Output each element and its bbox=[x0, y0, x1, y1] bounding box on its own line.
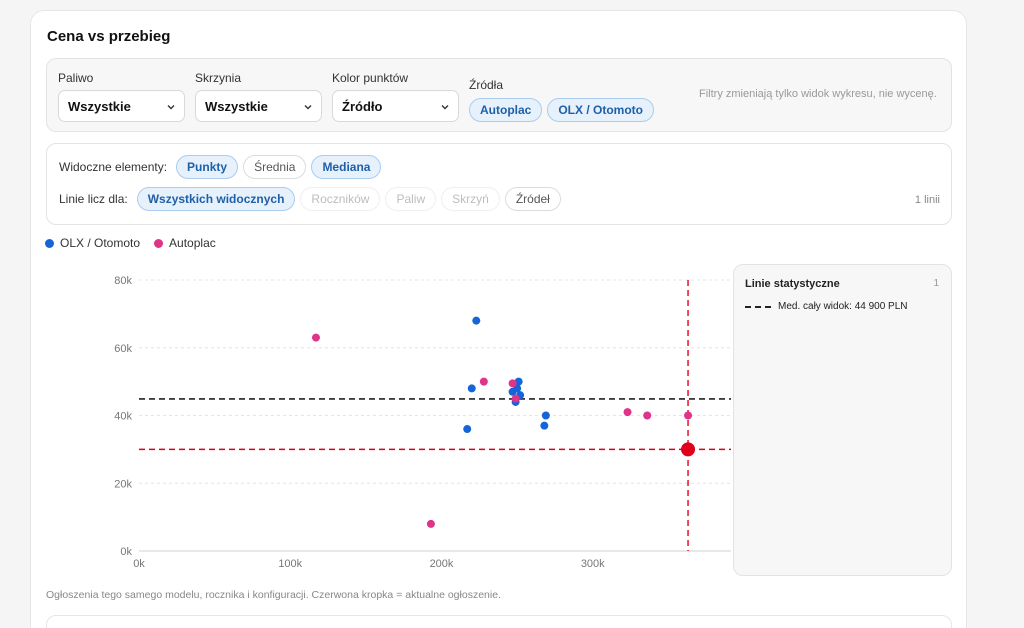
data-point[interactable] bbox=[472, 316, 481, 325]
legend-item-olx[interactable]: OLX / Otomoto bbox=[45, 236, 140, 250]
source-chip-autoplac[interactable]: Autoplac bbox=[469, 98, 543, 122]
listings-table bbox=[46, 615, 952, 628]
data-point[interactable] bbox=[684, 411, 693, 420]
chip-fuels: Paliw bbox=[385, 187, 437, 211]
data-point[interactable] bbox=[467, 384, 476, 393]
color-value: Źródło bbox=[342, 99, 383, 114]
data-point[interactable] bbox=[426, 519, 435, 528]
page-title: Cena vs przebieg bbox=[47, 28, 171, 45]
x-tick-label: 200k bbox=[430, 558, 454, 570]
data-point[interactable] bbox=[623, 408, 632, 417]
chevron-down-icon bbox=[167, 105, 175, 110]
chip-gearboxes: Skrzyń bbox=[441, 187, 500, 211]
legend-dot-autoplac bbox=[154, 238, 164, 248]
data-point[interactable] bbox=[463, 425, 472, 434]
x-tick-label: 100k bbox=[278, 558, 302, 570]
stat-lines-panel: Linie statystyczne 1 Med. cały widok: 44… bbox=[733, 264, 952, 576]
chip-median[interactable]: Mediana bbox=[311, 155, 382, 179]
sources-label: Źródła bbox=[469, 78, 504, 92]
gearbox-select[interactable]: Wszystkie bbox=[195, 90, 322, 122]
data-point[interactable] bbox=[479, 377, 488, 386]
sources-filter: Źródła Autoplac OLX / Otomoto bbox=[469, 78, 654, 122]
stat-line-median: Med. cały widok: 44 900 PLN bbox=[745, 301, 908, 312]
stat-lines-count: 1 bbox=[933, 278, 939, 289]
legend-item-autoplac[interactable]: Autoplac bbox=[154, 236, 216, 250]
legend-label-autoplac: Autoplac bbox=[169, 236, 216, 250]
lines-for-row: Linie licz dla: Wszystkich widocznych Ro… bbox=[59, 187, 561, 211]
x-tick-label: 0k bbox=[133, 558, 145, 570]
fuel-value: Wszystkie bbox=[68, 99, 131, 114]
chip-years: Roczników bbox=[300, 187, 381, 211]
gearbox-value: Wszystkie bbox=[205, 99, 268, 114]
visible-elements-row: Widoczne elementy: Punkty Średnia Median… bbox=[59, 155, 382, 179]
legend-dot-olx bbox=[45, 238, 54, 248]
chevron-down-icon bbox=[304, 105, 312, 110]
y-tick-label: 20k bbox=[114, 478, 132, 490]
gearbox-filter: Skrzynia Wszystkie bbox=[195, 71, 322, 122]
data-point[interactable] bbox=[541, 411, 550, 420]
data-point[interactable] bbox=[311, 333, 320, 342]
filters-panel: Paliwo Wszystkie Skrzynia Wszystkie Kolo… bbox=[46, 58, 952, 132]
chip-all-visible[interactable]: Wszystkich widocznych bbox=[136, 187, 296, 211]
color-select[interactable]: Źródło bbox=[332, 90, 459, 122]
y-tick-label: 40k bbox=[114, 411, 132, 423]
data-point[interactable] bbox=[643, 411, 652, 420]
chart-card: Cena vs przebieg Paliwo Wszystkie Skrzyn… bbox=[30, 10, 967, 628]
fuel-filter: Paliwo Wszystkie bbox=[58, 71, 185, 122]
data-point[interactable] bbox=[508, 379, 517, 388]
dashed-line-icon bbox=[745, 305, 771, 308]
scatter-chart: 0k20k40k60k80k0k100k200k300k400k bbox=[114, 275, 731, 570]
fuel-select[interactable]: Wszystkie bbox=[58, 90, 185, 122]
fuel-label: Paliwo bbox=[58, 71, 94, 85]
chip-sources[interactable]: Źródeł bbox=[504, 187, 561, 211]
y-tick-label: 0k bbox=[120, 546, 132, 558]
x-tick-label: 300k bbox=[581, 558, 605, 570]
y-tick-label: 80k bbox=[114, 275, 132, 287]
data-point[interactable] bbox=[540, 421, 549, 430]
current-listing-point[interactable] bbox=[681, 442, 696, 457]
lines-for-label: Linie licz dla: bbox=[59, 192, 128, 206]
y-tick-label: 60k bbox=[114, 343, 132, 355]
chip-mean[interactable]: Średnia bbox=[243, 155, 307, 179]
data-point[interactable] bbox=[511, 394, 520, 403]
sources-chips: Autoplac OLX / Otomoto bbox=[469, 98, 654, 122]
source-chip-olx[interactable]: OLX / Otomoto bbox=[547, 98, 654, 122]
filters-note: Filtry zmieniają tylko widok wykresu, ni… bbox=[699, 88, 937, 100]
chevron-down-icon bbox=[441, 105, 449, 110]
stat-line-median-label: Med. cały widok: 44 900 PLN bbox=[778, 301, 908, 312]
legend-label-olx: OLX / Otomoto bbox=[60, 236, 141, 250]
lines-count: 1 linii bbox=[914, 194, 940, 206]
color-label: Kolor punktów bbox=[332, 71, 409, 85]
visible-elements-label: Widoczne elementy: bbox=[59, 160, 168, 174]
chart-footnote: Ogłoszenia tego samego modelu, rocznika … bbox=[46, 589, 501, 601]
chart-legend: OLX / Otomoto Autoplac bbox=[45, 236, 216, 250]
chip-points[interactable]: Punkty bbox=[176, 155, 239, 179]
color-filter: Kolor punktów Źródło bbox=[332, 71, 459, 122]
stat-lines-title: Linie statystyczne bbox=[745, 278, 840, 290]
visibility-panel: Widoczne elementy: Punkty Średnia Median… bbox=[46, 143, 952, 225]
gearbox-label: Skrzynia bbox=[195, 71, 242, 85]
